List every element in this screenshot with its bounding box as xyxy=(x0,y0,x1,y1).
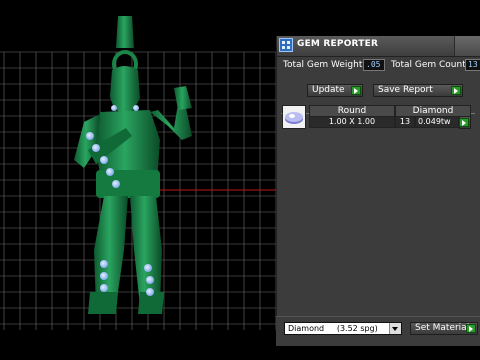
round-gem-thumbnail-icon[interactable] xyxy=(282,105,306,129)
belt xyxy=(96,170,160,198)
raised-fist xyxy=(174,86,192,110)
total-gem-count-label: Total Gem Count xyxy=(391,60,466,70)
save-report-button-label: Save Report xyxy=(378,85,433,95)
play-icon xyxy=(351,86,361,95)
right-leg xyxy=(130,196,162,306)
gem-weight-cell: 0.049tw xyxy=(415,116,459,128)
left-leg xyxy=(94,196,128,306)
left-boot xyxy=(88,292,118,314)
panel-title: GEM REPORTER xyxy=(297,39,379,49)
gem-row-action-button[interactable] xyxy=(459,116,471,129)
save-report-button[interactable]: Save Report xyxy=(373,84,463,97)
total-gem-weight-label: Total Gem Weight xyxy=(283,60,363,70)
gem-reporter-icon xyxy=(279,38,293,52)
set-material-button[interactable]: Set Material xyxy=(410,322,478,335)
material-select-value: Diamond (3.52 spg) xyxy=(288,324,378,333)
chevron-down-icon[interactable] xyxy=(389,323,401,334)
panel-title-bar[interactable]: GEM REPORTER xyxy=(277,36,480,57)
update-button-label: Update xyxy=(312,85,345,95)
gem-count-cell: 13 xyxy=(395,116,415,128)
set-material-button-label: Set Material xyxy=(415,323,470,333)
gem-reporter-panel: GEM REPORTER Total Gem Weight .05 Total … xyxy=(276,36,480,346)
play-icon xyxy=(466,324,476,333)
update-button[interactable]: Update xyxy=(307,84,363,97)
pendant-model[interactable] xyxy=(0,0,300,360)
total-gem-count-value: 13 xyxy=(465,59,480,71)
material-bar: Diamond (3.52 spg) Set Material xyxy=(276,316,480,346)
play-icon xyxy=(451,86,461,95)
bail xyxy=(116,16,134,48)
play-icon xyxy=(459,118,469,127)
total-gem-weight-value: .05 xyxy=(363,59,385,71)
material-select[interactable]: Diamond (3.52 spg) xyxy=(284,322,402,335)
gem-size-cell: 1.00 X 1.00 xyxy=(309,116,395,128)
panel-title-handle[interactable] xyxy=(454,36,480,56)
